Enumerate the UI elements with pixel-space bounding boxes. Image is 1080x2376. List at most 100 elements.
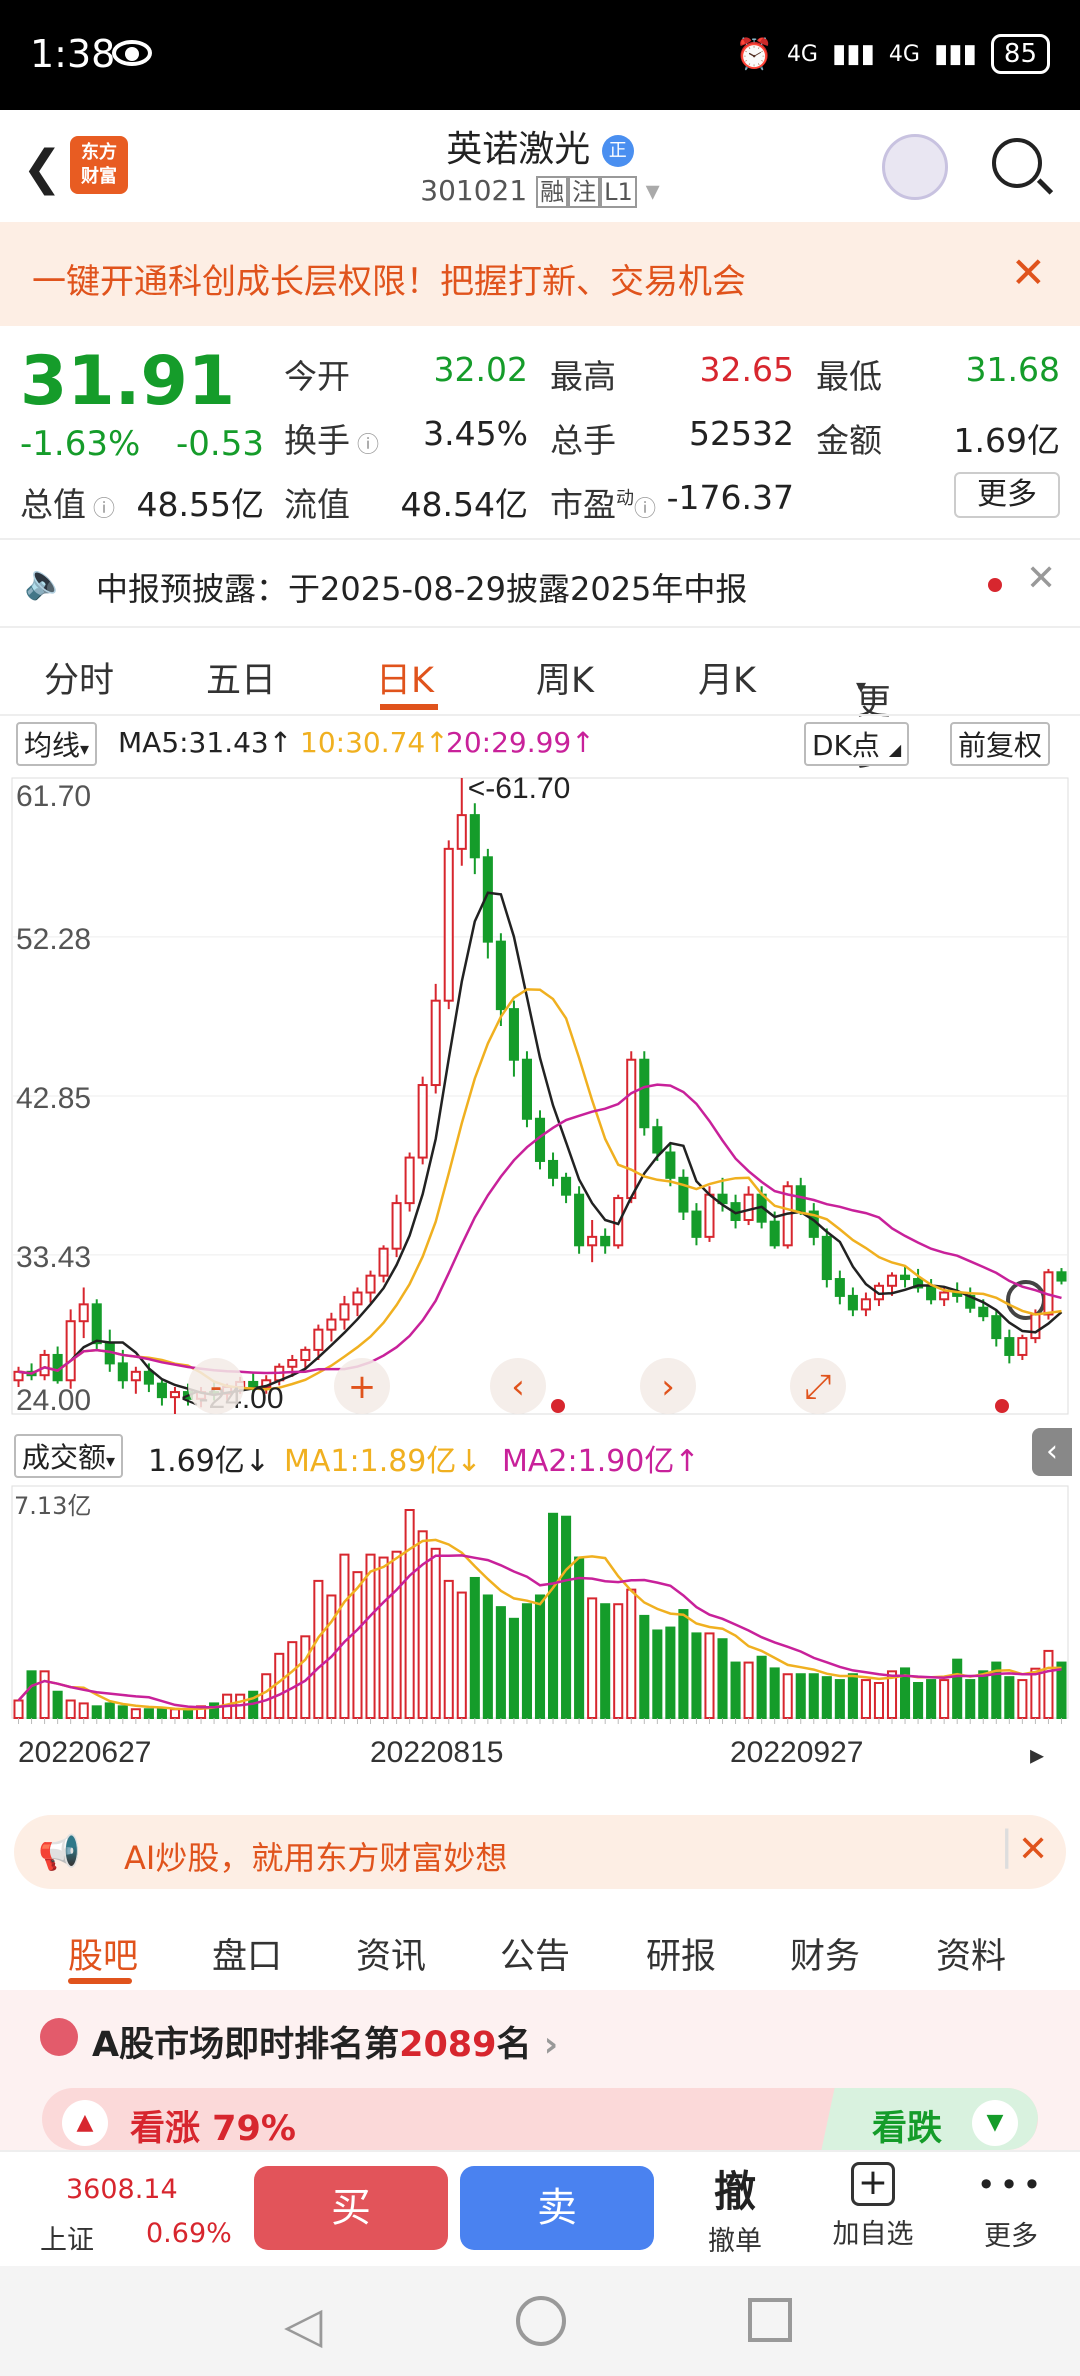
collapse-tab-icon[interactable]: ‹ — [1032, 1428, 1072, 1476]
down-arrow-icon: ▼ — [972, 2100, 1018, 2146]
cancel-order-button[interactable]: 撤 撤单 — [680, 2158, 790, 2258]
search-icon[interactable] — [992, 138, 1042, 188]
kline-chart[interactable]: 61.70 52.28 42.85 33.43 24.00 7.13亿 20220627 2… — [0, 766, 1080, 1798]
volume-bar — [182, 1708, 194, 1719]
candle — [156, 1382, 167, 1399]
candle — [169, 1391, 181, 1399]
volume-indicator-select[interactable]: 成交额▾ — [14, 1434, 124, 1478]
close-icon[interactable]: ✕ — [1011, 248, 1046, 297]
promo-banner[interactable]: 一键开通科创成长层权限！把握打新、交易机会 ✕ — [0, 222, 1080, 326]
volume-bar — [443, 1579, 454, 1720]
ma-legend: 均线▾ MA5:31.43↑ 10:30.74↑ 20:29.99↑ DK点 ◢… — [0, 716, 1080, 766]
stock-header: ❮ 东方 财富 英诺激光 正 301021 融注 L1 ▾ — [0, 110, 1080, 222]
volume-bar — [117, 1705, 128, 1719]
volume-bar — [521, 1603, 533, 1720]
candle — [665, 1151, 676, 1179]
sentiment-bar[interactable]: ▲ 看涨 79% 看跌 ▼ — [42, 2088, 1038, 2150]
float-cap-value: 48.54亿 — [400, 485, 528, 524]
volume-bar — [913, 1681, 924, 1719]
alarm-icon: ⏰ — [735, 36, 773, 72]
notice-bar[interactable]: 🔈 中报预披露：于2025-08-29披露2025年中报 ✕ — [0, 544, 1080, 624]
volume-bar — [1017, 1679, 1028, 1720]
candle — [508, 1008, 519, 1061]
tab-finance[interactable]: 财务 — [790, 1928, 860, 1979]
amount-label: 金额 — [816, 421, 882, 460]
ranking-icon — [40, 2018, 78, 2056]
tab-weekly-k[interactable]: 周K — [536, 652, 594, 703]
tab-monthly-k[interactable]: 月K — [698, 652, 756, 703]
cancel-icon: 撤 — [713, 2167, 756, 2216]
ranking-card[interactable]: A股市场即时排名第2089名 › ▲ 看涨 79% 看跌 ▼ — [0, 1990, 1080, 2150]
back-triangle-icon[interactable]: ◁ — [284, 2296, 322, 2354]
candle — [691, 1210, 702, 1238]
ranking-text: A股市场即时排名第2089名 › — [92, 2025, 559, 2065]
volume-bar — [261, 1673, 272, 1719]
volume-ma1: MA1:1.89亿↓ — [284, 1444, 482, 1479]
dropdown-icon: ▾ — [645, 174, 660, 207]
more-menu-button[interactable]: ••• 更多 — [956, 2166, 1066, 2253]
volume-bar — [834, 1679, 845, 1720]
close-icon[interactable]: ✕ — [1026, 558, 1056, 599]
float-cap-label: 流值 — [284, 485, 350, 524]
y-tick-label: 52.28 — [16, 923, 91, 956]
candle — [847, 1294, 858, 1311]
volume-bar — [626, 1588, 637, 1719]
volume-bar — [639, 1614, 650, 1720]
home-circle-icon[interactable] — [516, 2296, 566, 2346]
volume-bar — [769, 1667, 780, 1720]
adjust-button[interactable]: 前复权 — [950, 722, 1051, 766]
up-arrow-icon: ▲ — [62, 2100, 108, 2146]
event-dot — [995, 1399, 1009, 1413]
turnover-label: 换手 ⓘ — [284, 421, 379, 460]
volume-bar — [717, 1638, 728, 1719]
candle — [469, 814, 480, 859]
sell-button[interactable]: 卖 — [460, 2166, 654, 2250]
volume-bar — [495, 1606, 506, 1720]
volume-bar — [978, 1670, 989, 1719]
tab-five-day[interactable]: 五日 — [206, 652, 276, 703]
volume-bar — [352, 1571, 363, 1719]
tab-research[interactable]: 研报 — [646, 1928, 716, 1979]
info-icon: ⓘ — [86, 497, 115, 522]
fullscreen-icon: ⤢ — [804, 1367, 831, 1407]
x-date-label: 20220927 — [730, 1736, 863, 1769]
tab-profile[interactable]: 资料 — [936, 1928, 1006, 1979]
recents-square-icon[interactable] — [748, 2298, 792, 2342]
volume-bar — [730, 1661, 741, 1719]
tab-pankou[interactable]: 盘口 — [212, 1928, 282, 1979]
tab-announce[interactable]: 公告 — [500, 1928, 570, 1979]
index-change: 0.69% — [146, 2218, 232, 2249]
low-value: 31.68 — [965, 350, 1060, 389]
candle — [143, 1370, 154, 1385]
more-button[interactable]: 更多 — [954, 472, 1060, 518]
volume-bar — [613, 1603, 624, 1720]
indicator-select[interactable]: 均线▾ — [16, 722, 98, 766]
add-watchlist-button[interactable]: + 加自选 — [818, 2162, 928, 2251]
tab-guba[interactable]: 股吧 — [68, 1928, 138, 1979]
signal-2: 4G — [888, 41, 920, 67]
volume-bar — [65, 1699, 76, 1720]
ai-banner[interactable]: 📢 AI炒股，就用东方财富妙想 | ✕ — [14, 1815, 1066, 1889]
candle — [587, 1235, 598, 1247]
megaphone-icon: 📢 — [38, 1833, 81, 1873]
close-icon[interactable]: ✕ — [1018, 1829, 1048, 1870]
candle — [860, 1298, 871, 1311]
zoom-in-icon: + — [348, 1367, 377, 1407]
tab-intraday[interactable]: 分时 — [44, 652, 114, 703]
ma20-value: 20:29.99↑ — [446, 726, 595, 759]
dk-point-button[interactable]: DK点 ◢ — [804, 722, 910, 766]
volume-bar — [665, 1626, 676, 1720]
open-value: 32.02 — [433, 350, 528, 389]
candle — [1004, 1337, 1015, 1356]
volume-bar — [600, 1603, 611, 1720]
tab-news[interactable]: 资讯 — [356, 1928, 426, 1979]
tab-daily-k[interactable]: 日K — [376, 652, 434, 703]
buy-button[interactable]: 买 — [254, 2166, 448, 2250]
volume-bar — [756, 1655, 767, 1720]
assistant-robot-icon[interactable] — [882, 134, 948, 200]
candle — [899, 1274, 911, 1281]
volume-max-label: 7.13亿 — [14, 1492, 91, 1520]
volume-bar — [104, 1702, 115, 1720]
volume-bar — [52, 1690, 63, 1720]
volume-bar — [143, 1708, 154, 1719]
